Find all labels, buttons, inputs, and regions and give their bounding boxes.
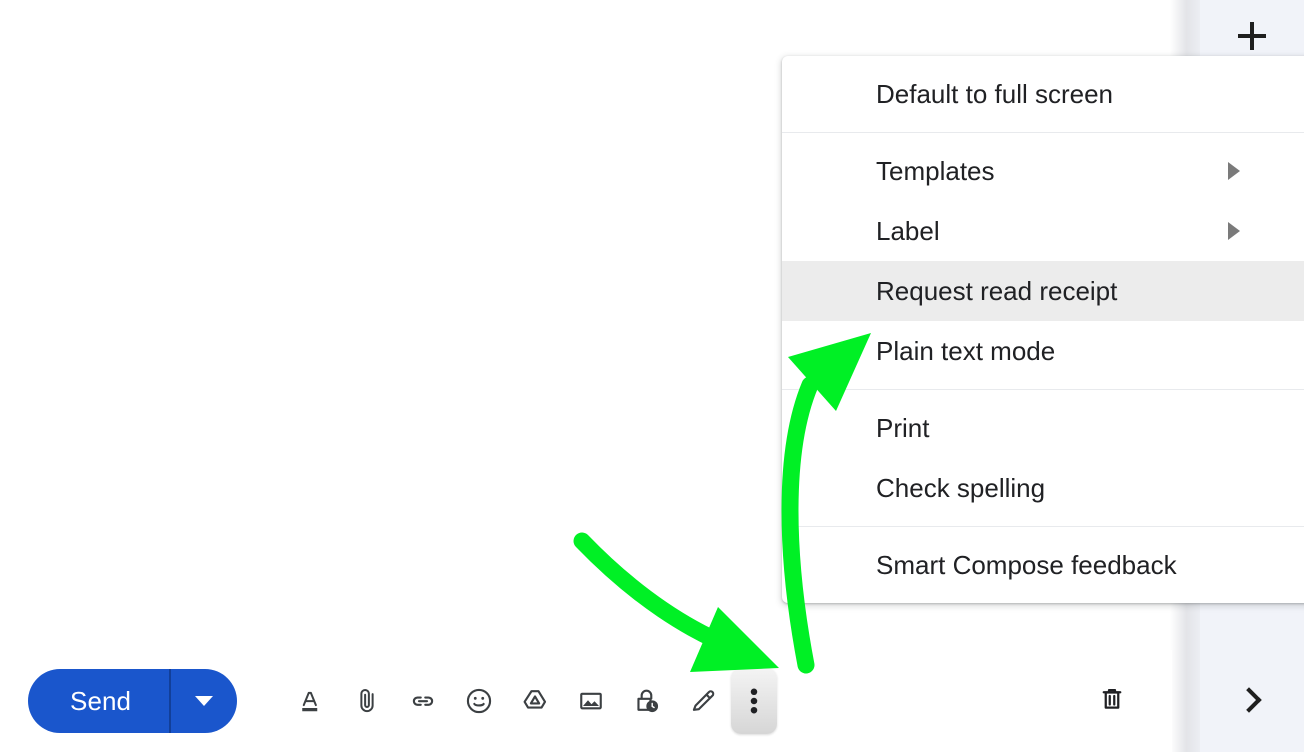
insert-drive-icon	[519, 685, 551, 717]
send-button[interactable]: Send	[28, 669, 172, 733]
menu-item-label: Print	[876, 412, 930, 443]
chevron-right-icon	[1236, 687, 1262, 713]
menu-section: Default to full screen	[782, 56, 1304, 132]
confidential-mode-button[interactable]	[619, 673, 675, 729]
menu-item-label: Label	[876, 215, 940, 246]
side-panel-add-button[interactable]	[1228, 12, 1276, 60]
more-options-menu: Default to full screen Templates Label Requ…	[782, 56, 1304, 603]
attach-file-icon	[352, 686, 382, 716]
send-options-button[interactable]	[171, 669, 237, 733]
more-options-button[interactable]	[731, 668, 778, 734]
confidential-mode-icon	[631, 685, 663, 717]
menu-item-label: Smart Compose feedback	[876, 549, 1177, 580]
menu-item-label: Plain text mode	[876, 335, 1056, 366]
insert-link-icon	[408, 686, 438, 716]
menu-section: Templates Label Request read receipt Plain …	[782, 133, 1304, 389]
menu-section: Print Check spelling	[782, 390, 1304, 526]
menu-item-default-to-full-screen[interactable]: Default to full screen	[782, 64, 1304, 124]
insert-photo-button[interactable]	[563, 673, 619, 729]
chevron-down-icon	[195, 696, 214, 706]
menu-item-label: Check spelling	[876, 472, 1046, 503]
toolbar-icon-group	[283, 668, 778, 734]
compose-window: Send Default to full screen Templates La…	[0, 0, 1304, 752]
compose-toolbar: Send	[0, 650, 1172, 752]
trash-icon	[1097, 684, 1127, 719]
plus-icon	[1238, 22, 1266, 50]
menu-item-print[interactable]: Print	[782, 398, 1304, 458]
menu-item-plain-text-mode[interactable]: Plain text mode	[782, 321, 1304, 381]
attach-file-button[interactable]	[339, 673, 395, 729]
side-panel-expand-button[interactable]	[1228, 676, 1276, 724]
menu-item-check-spelling[interactable]: Check spelling	[782, 458, 1304, 518]
menu-item-templates[interactable]: Templates	[782, 141, 1304, 201]
insert-photo-icon	[576, 686, 606, 716]
menu-item-label: Request read receipt	[876, 275, 1118, 306]
insert-link-button[interactable]	[395, 673, 451, 729]
more-options-icon	[743, 684, 765, 718]
formatting-options-icon	[296, 686, 326, 716]
insert-emoji-button[interactable]	[451, 673, 507, 729]
insert-signature-icon	[687, 685, 719, 717]
submenu-arrow-icon	[1228, 162, 1240, 180]
formatting-options-button[interactable]	[283, 673, 339, 729]
menu-item-label: Default to full screen	[876, 78, 1114, 109]
insert-drive-button[interactable]	[507, 673, 563, 729]
insert-signature-button[interactable]	[675, 673, 731, 729]
menu-item-request-read-receipt[interactable]: Request read receipt	[782, 261, 1304, 321]
menu-section: Smart Compose feedback	[782, 527, 1304, 603]
send-button-group[interactable]: Send	[28, 669, 238, 733]
discard-draft-button[interactable]	[1084, 673, 1140, 729]
submenu-arrow-icon	[1228, 222, 1240, 240]
menu-item-label[interactable]: Label	[782, 201, 1304, 261]
insert-emoji-icon	[463, 685, 495, 717]
menu-item-smart-compose-feedback[interactable]: Smart Compose feedback	[782, 535, 1304, 595]
menu-item-label: Templates	[876, 155, 995, 186]
